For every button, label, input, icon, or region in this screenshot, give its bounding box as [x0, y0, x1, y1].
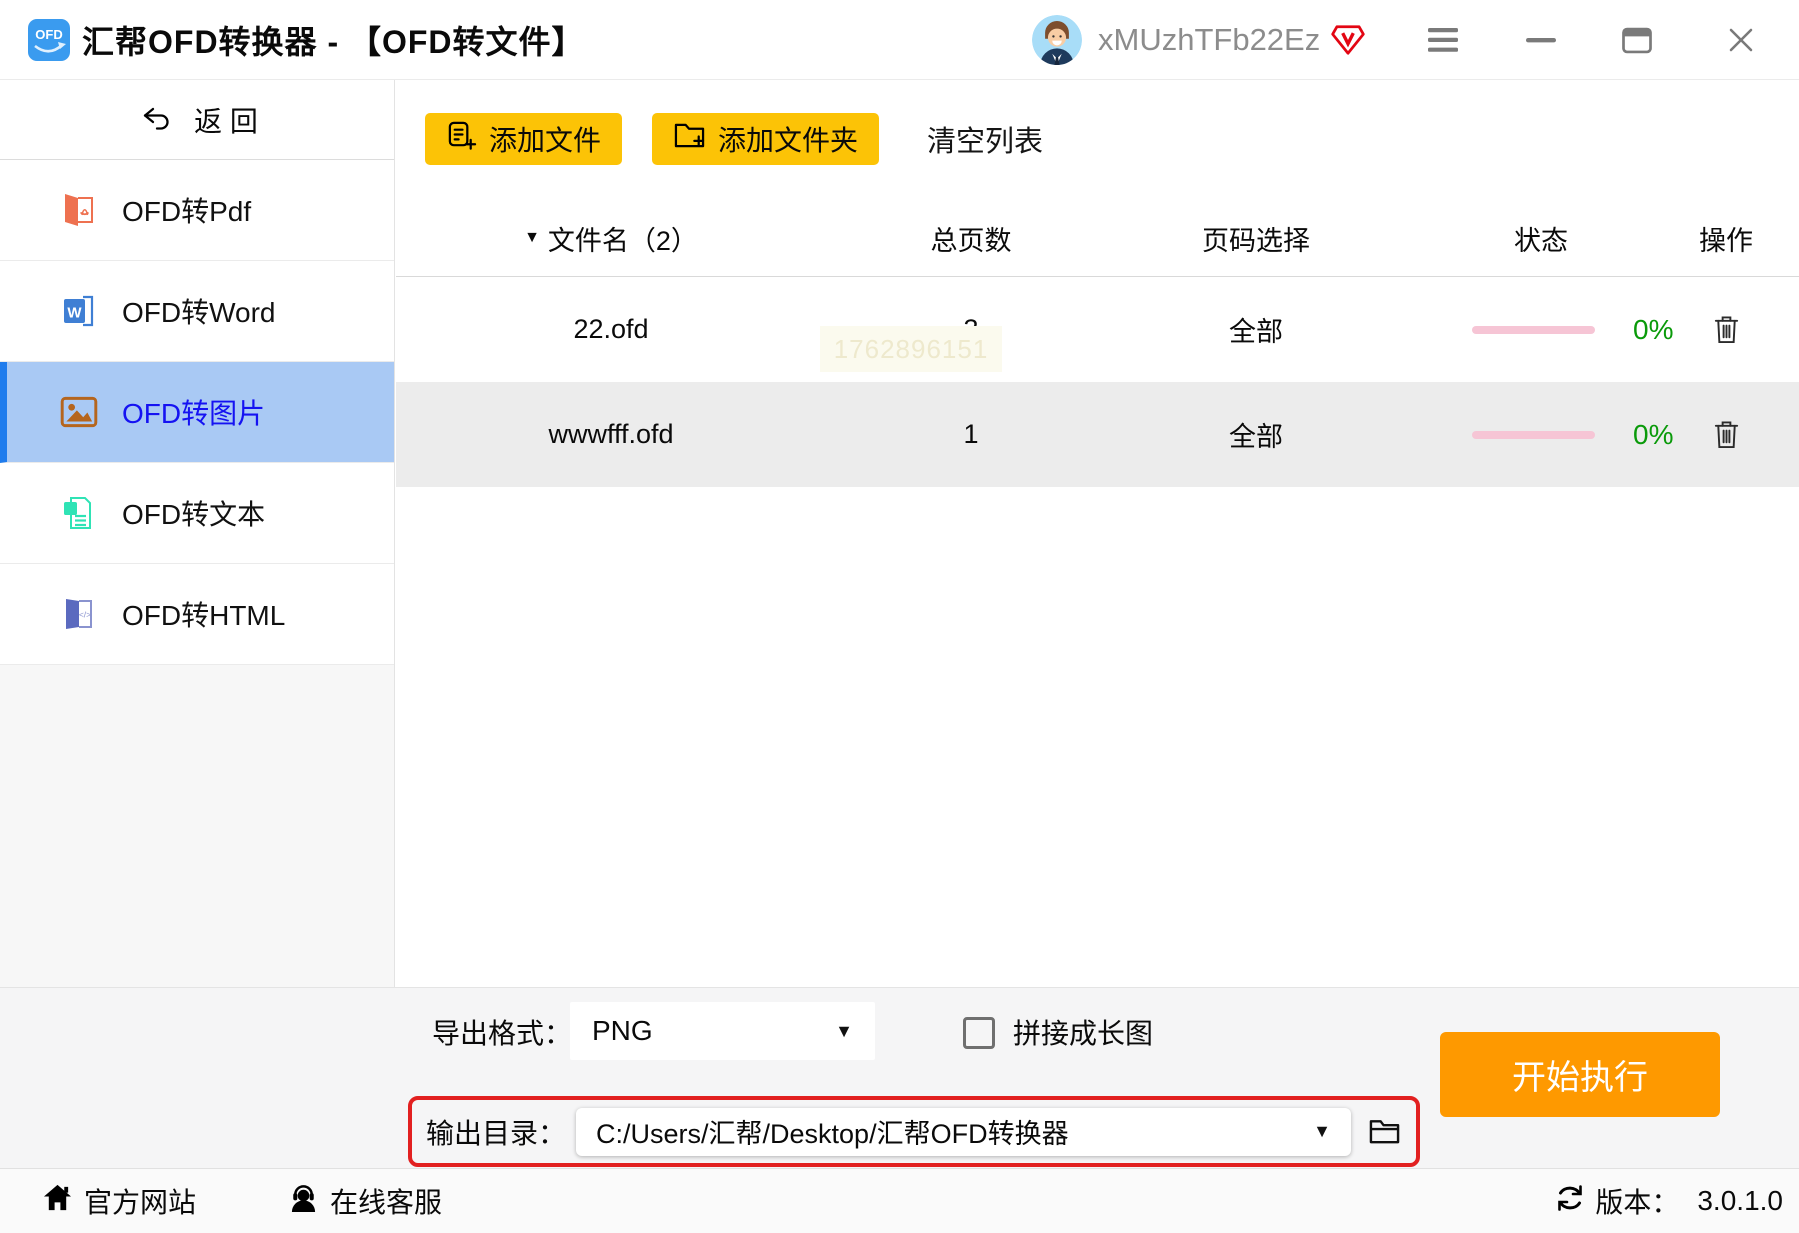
sidebar-item-label: OFD转Word [122, 297, 276, 328]
watermark-text: 1762896151 [820, 326, 1002, 372]
progress-bar [1472, 325, 1595, 334]
online-support-label: 在线客服 [330, 1187, 443, 1218]
output-directory-label: 输出目录： [426, 1117, 567, 1149]
html-icon: </> [58, 593, 100, 635]
back-button[interactable]: 返 回 [0, 80, 394, 160]
start-execute-button[interactable]: 开始执行 [1440, 1032, 1720, 1117]
official-website-link[interactable]: 官方网站 [42, 1181, 196, 1221]
version-label: 版本： [1595, 1187, 1680, 1218]
delete-row-button[interactable] [1686, 314, 1766, 345]
sidebar-item-ofd-to-text[interactable]: OFD转文本 [0, 463, 394, 564]
browse-folder-button[interactable] [1367, 1116, 1402, 1147]
svg-text:W: W [67, 305, 82, 322]
back-arrow-icon [136, 99, 178, 141]
sidebar-item-ofd-to-pdf[interactable]: OFD转Pdf [0, 160, 394, 261]
sidebar-item-ofd-to-html[interactable]: </> OFD转HTML [0, 564, 394, 665]
version-info: 版本： 3.0.1.0 [1555, 1181, 1783, 1221]
column-header-status: 状态 [1514, 225, 1568, 256]
sidebar-item-label: OFD转图片 [122, 398, 266, 429]
bottom-panel: 导出格式： PNG ▼ 拼接成长图 输出目录： C:/Users/汇帮/Desk… [0, 987, 1799, 1168]
add-folder-button[interactable]: 添加文件夹 [652, 113, 880, 165]
table-row: wwwfff.ofd 1 全部 0% [396, 382, 1799, 487]
output-directory-value: C:/Users/汇帮/Desktop/汇帮OFD转换器 [596, 1119, 1069, 1149]
official-website-label: 官方网站 [84, 1187, 197, 1218]
titlebar: OFD 汇帮OFD转换器 - 【OFD转文件】 xMUzhTFb22Ez [0, 0, 1799, 80]
online-support-link[interactable]: 在线客服 [288, 1181, 442, 1221]
clear-list-button[interactable]: 清空列表 [927, 118, 1043, 160]
sidebar-item-label: OFD转Pdf [122, 196, 252, 227]
file-name: 22.ofd [573, 314, 649, 344]
svg-text:OFD: OFD [35, 27, 62, 42]
image-icon [58, 391, 100, 433]
sidebar-item-label: OFD转HTML [122, 600, 286, 631]
svg-text:</>: </> [79, 610, 91, 620]
back-label: 返 回 [194, 105, 258, 137]
pdf-icon [58, 189, 100, 231]
add-folder-icon [673, 120, 706, 158]
menu-icon[interactable] [1420, 0, 1466, 80]
progress-bar [1472, 430, 1595, 439]
minimize-button[interactable] [1518, 0, 1564, 80]
username-label: xMUzhTFb22Ez [1098, 22, 1321, 57]
word-icon: W [58, 290, 100, 332]
maximize-button[interactable] [1614, 0, 1660, 80]
sidebar-item-ofd-to-word[interactable]: W OFD转Word [0, 261, 394, 362]
table-row: 22.ofd 3 全部 0% [396, 277, 1799, 382]
window-title: 汇帮OFD转换器 - 【OFD转文件】 [82, 24, 585, 60]
column-header-page-select: 页码选择 [1202, 225, 1310, 256]
vip-badge-icon[interactable] [1330, 23, 1366, 62]
text-file-icon [58, 492, 100, 534]
output-directory-select[interactable]: C:/Users/汇帮/Desktop/汇帮OFD转换器 ▼ [576, 1107, 1351, 1156]
page-count: 1 [963, 419, 979, 449]
home-icon [42, 1183, 73, 1219]
column-header-filename[interactable]: ▼ 文件名（2） [396, 219, 826, 258]
table-header: ▼ 文件名（2） 总页数 页码选择 状态 操作 [396, 200, 1799, 277]
stitch-long-image-label: 拼接成长图 [1013, 1018, 1154, 1049]
delete-row-button[interactable] [1686, 419, 1766, 450]
file-list-panel: 添加文件 添加文件夹 清空列表 ▼ 文件名（2） 总页数 页码选择 状态 操作 … [396, 80, 1799, 987]
sort-desc-icon: ▼ [524, 229, 540, 246]
add-file-button[interactable]: 添加文件 [425, 113, 623, 165]
column-header-pages: 总页数 [930, 225, 1012, 256]
close-button[interactable] [1718, 0, 1764, 80]
chevron-down-icon: ▼ [1313, 1121, 1331, 1141]
progress-percent: 0% [1633, 418, 1674, 450]
refresh-icon[interactable] [1555, 1184, 1585, 1219]
chevron-down-icon: ▼ [835, 1020, 853, 1041]
app-window: OFD 汇帮OFD转换器 - 【OFD转文件】 xMUzhTFb22Ez 返 回… [0, 0, 1799, 1233]
export-format-select[interactable]: PNG ▼ [570, 1002, 875, 1060]
version-value: 3.0.1.0 [1697, 1185, 1783, 1216]
sidebar-item-ofd-to-image[interactable]: OFD转图片 [0, 362, 394, 463]
progress-percent: 0% [1633, 313, 1674, 345]
sidebar: 返 回 OFD转Pdf W OFD转Word OFD转图片 OFD转文本 </>… [0, 80, 395, 987]
status-cell: 0% [1396, 314, 1686, 346]
sidebar-item-label: OFD转文本 [122, 499, 266, 530]
app-logo-icon: OFD [28, 19, 70, 61]
status-cell: 0% [1396, 419, 1686, 451]
headset-person-icon [288, 1183, 319, 1219]
export-format-label: 导出格式： [432, 1018, 573, 1049]
page-select-value[interactable]: 全部 [1116, 415, 1396, 454]
add-file-icon [446, 120, 477, 158]
output-directory-highlight: 输出目录： C:/Users/汇帮/Desktop/汇帮OFD转换器 ▼ [408, 1096, 1420, 1167]
add-file-label: 添加文件 [489, 125, 602, 156]
toolbar: 添加文件 添加文件夹 清空列表 [425, 113, 1043, 165]
file-name: wwwfff.ofd [548, 419, 674, 449]
user-avatar[interactable] [1032, 15, 1082, 65]
column-header-action: 操作 [1699, 225, 1753, 256]
export-format-value: PNG [592, 1015, 653, 1046]
stitch-long-image-checkbox[interactable] [963, 1017, 995, 1049]
page-select-value[interactable]: 全部 [1116, 310, 1396, 349]
footer: 官方网站 在线客服 版本： 3.0.1.0 [0, 1168, 1799, 1233]
add-folder-label: 添加文件夹 [718, 125, 859, 156]
